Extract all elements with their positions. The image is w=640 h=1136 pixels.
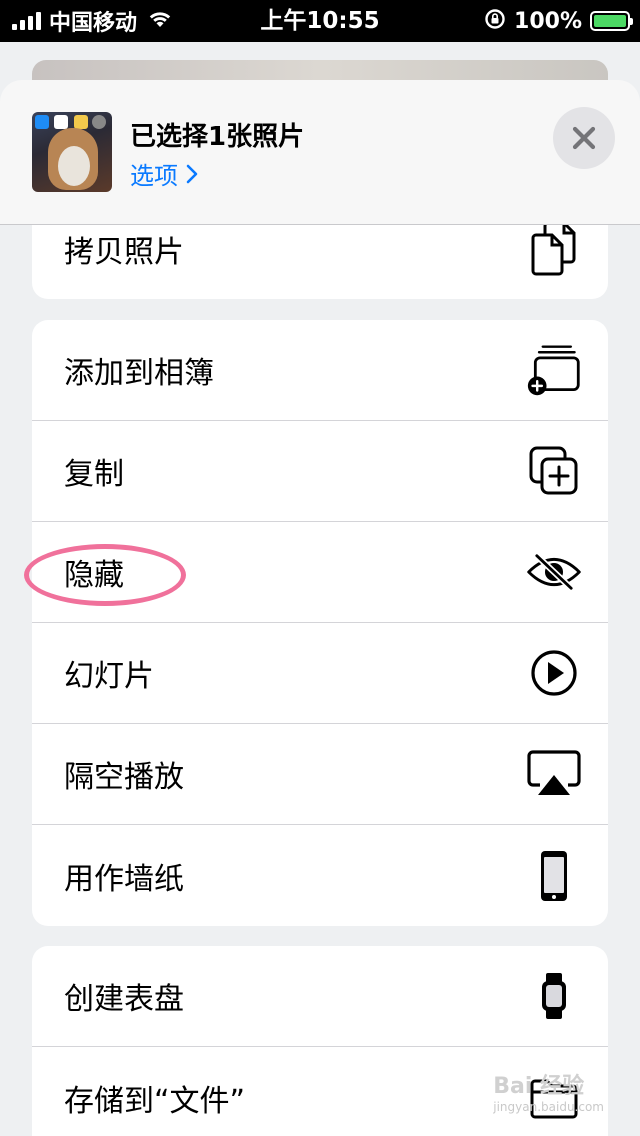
status-right: 100% <box>484 6 633 36</box>
action-label: 添加到相簿 <box>64 356 214 391</box>
close-icon <box>572 126 596 150</box>
action-duplicate[interactable]: 复制 <box>32 421 608 522</box>
play-icon <box>526 645 582 701</box>
action-slideshow[interactable]: 幻灯片 <box>32 623 608 724</box>
close-button[interactable] <box>553 107 615 169</box>
battery-icon <box>590 11 633 31</box>
watermark-url: jingyan.baidu.com <box>493 1100 604 1114</box>
chevron-right-icon <box>186 164 198 183</box>
battery-percent: 100% <box>514 8 582 34</box>
status-bar: 中国移动 上午10:55 100% <box>0 0 640 42</box>
eye-slash-icon <box>526 544 582 600</box>
rotation-lock-icon <box>484 8 506 34</box>
action-label: 复制 <box>64 457 124 492</box>
action-use-as-wallpaper[interactable]: 用作墙纸 <box>32 825 608 926</box>
action-add-to-album[interactable]: 添加到相簿 <box>32 320 608 421</box>
options-link[interactable]: 选项 <box>130 156 198 191</box>
phone-icon <box>526 848 582 904</box>
action-label: 幻灯片 <box>64 659 154 694</box>
action-label: 隔空播放 <box>64 760 184 795</box>
watermark-brand: Bai 经验 <box>493 1074 585 1099</box>
copy-icon <box>526 221 582 277</box>
action-airplay[interactable]: 隔空播放 <box>32 724 608 825</box>
watch-icon <box>526 968 582 1024</box>
airplay-icon <box>526 746 582 802</box>
sheet-header: 已选择1张照片 选项 <box>0 80 640 225</box>
watermark: Bai 经验 jingyan.baidu.com <box>493 1068 604 1114</box>
add-to-album-icon <box>526 342 582 398</box>
share-sheet: 已选择1张照片 选项 拷贝照片 添加到相簿 复制 隐藏 幻灯片 隔空播放 用作墙… <box>0 80 640 1136</box>
action-label: 创建表盘 <box>64 982 184 1017</box>
highlight-annotation <box>24 544 186 606</box>
action-create-watch-face[interactable]: 创建表盘 <box>32 946 608 1047</box>
duplicate-icon <box>526 443 582 499</box>
photo-thumbnail <box>32 112 112 192</box>
action-label: 存储到“文件” <box>64 1083 246 1119</box>
options-label: 选项 <box>130 162 178 190</box>
selection-title: 已选择1张照片 <box>130 122 305 152</box>
action-label: 用作墙纸 <box>64 861 184 897</box>
action-group-2: 添加到相簿 复制 隐藏 幻灯片 隔空播放 用作墙纸 <box>32 320 608 926</box>
action-label: 拷贝照片 <box>64 235 184 270</box>
